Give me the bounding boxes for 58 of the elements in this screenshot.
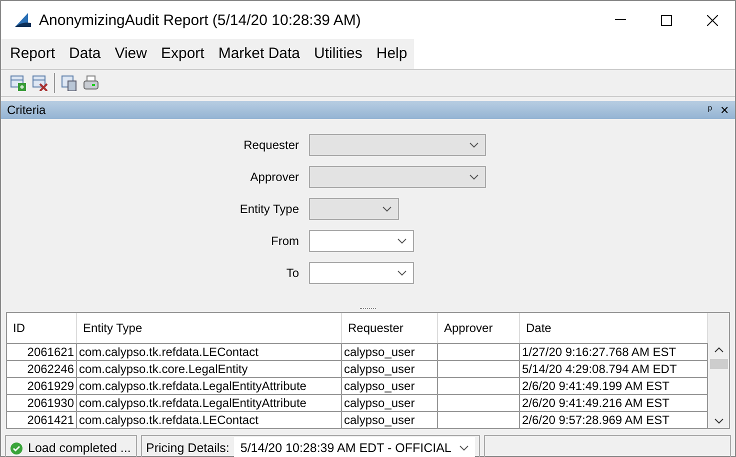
chevron-down-icon — [459, 445, 470, 451]
menu-item[interactable]: Help — [369, 39, 414, 69]
check-icon — [10, 442, 23, 454]
table-cell: com.calypso.tk.refdata.LEContact — [77, 412, 342, 428]
menu-item[interactable]: Report — [3, 39, 62, 69]
delete-table-icon[interactable] — [32, 75, 48, 91]
chevron-down-icon — [469, 142, 479, 148]
column-header[interactable]: Approver — [438, 313, 520, 343]
table-cell: com.calypso.tk.refdata.LEContact — [77, 344, 342, 360]
close-button[interactable]: ✕ — [720, 104, 729, 116]
table-cell: calypso_user — [342, 412, 438, 428]
status-message: Load completed ... — [28, 440, 131, 456]
menu-item[interactable]: Utilities — [307, 39, 370, 69]
column-header[interactable]: Entity Type — [77, 313, 342, 343]
column-header[interactable]: ID — [7, 313, 77, 343]
pricing-label: Pricing Details: — [146, 440, 230, 456]
chevron-down-icon — [382, 206, 392, 212]
field-label: Entity Type — [238, 202, 300, 216]
chevron-down-icon — [397, 238, 407, 244]
window-title: AnonymizingAudit Report (5/14/20 10:28:39 AM) — [39, 12, 362, 28]
add-table-icon[interactable] — [10, 75, 26, 91]
menu-item[interactable]: Export — [154, 39, 212, 69]
field-label: From — [270, 234, 300, 248]
table-cell: 2062246 — [7, 361, 77, 377]
table-cell: 2061930 — [7, 395, 77, 411]
table-cell: 2061421 — [7, 412, 77, 428]
panel-title: Criteria — [7, 103, 47, 117]
chevron-down-icon — [397, 270, 407, 276]
chevron-down-icon — [469, 174, 479, 180]
table-cell: com.calypso.tk.refdata.LegalEntityAttribute — [77, 378, 342, 394]
field-label: Requester — [242, 138, 300, 152]
column-header[interactable]: Requester — [342, 313, 438, 343]
scroll-down-icon[interactable] — [714, 418, 724, 424]
close-icon[interactable] — [706, 14, 718, 26]
dropdown-field[interactable] — [309, 230, 414, 252]
menu-item[interactable]: Market Data — [211, 39, 308, 69]
table-cell: com.calypso.tk.core.LegalEntity — [77, 361, 342, 377]
table-cell: calypso_user — [342, 344, 438, 360]
pin-button[interactable]: ᵖ — [708, 104, 712, 116]
printer-icon[interactable] — [83, 75, 99, 91]
scrollbar-thumb[interactable] — [710, 359, 728, 369]
app-logo-icon — [13, 12, 31, 28]
table-cell: calypso_user — [342, 378, 438, 394]
minimize-icon[interactable] — [614, 19, 626, 21]
field-label: Approver — [249, 170, 300, 184]
table-cell: 2061621 — [7, 344, 77, 360]
scroll-up-icon[interactable] — [714, 347, 724, 353]
dropdown-field[interactable] — [309, 262, 414, 284]
table-cell: calypso_user — [342, 395, 438, 411]
table-cell: calypso_user — [342, 361, 438, 377]
splitter-grip[interactable] — [360, 308, 376, 310]
menu-item[interactable]: View — [108, 39, 154, 69]
field-label: To — [285, 266, 300, 280]
pricing-dropdown[interactable]: 5/14/20 10:28:39 AM EDT - OFFICIAL — [234, 437, 476, 457]
maximize-icon[interactable] — [660, 14, 672, 26]
table-cell: 2061929 — [7, 378, 77, 394]
menu-item[interactable]: Data — [62, 39, 108, 69]
table-cell: com.calypso.tk.refdata.LegalEntityAttribute — [77, 395, 342, 411]
